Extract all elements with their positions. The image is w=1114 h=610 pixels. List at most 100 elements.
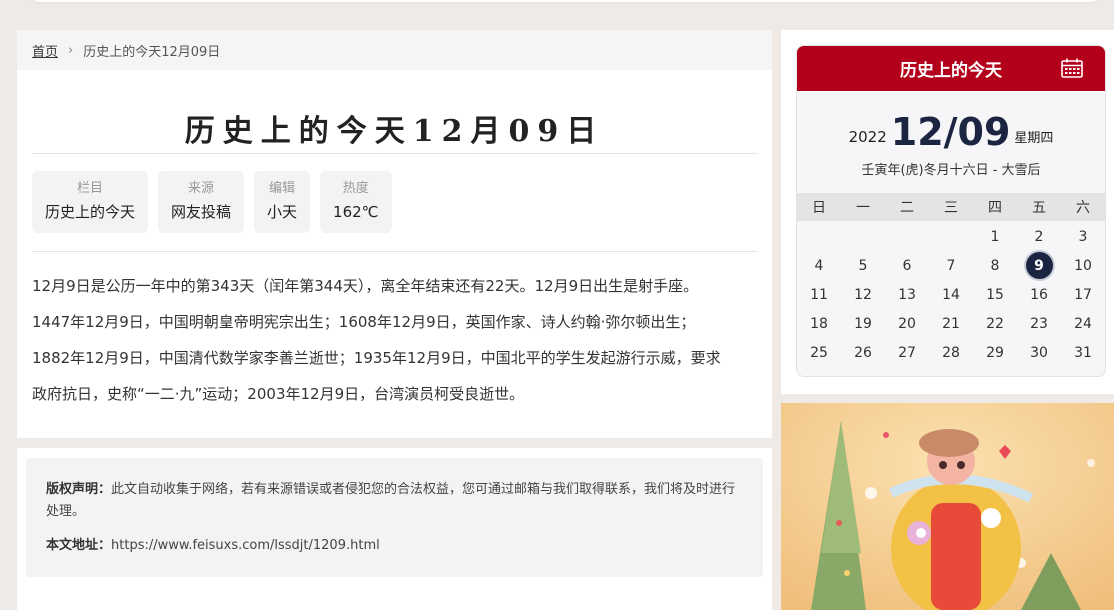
copyright-box: 版权声明：此文自动收集于网络，若有来源错误或者侵犯您的合法权益，您可通过邮箱与我… (26, 458, 763, 577)
calendar-day-label: 16 (1030, 286, 1048, 303)
calendar-day[interactable]: 7 (929, 251, 973, 280)
weekday-label: 四 (988, 200, 1002, 216)
calendar-day[interactable]: 17 (1061, 280, 1105, 309)
calendar-day[interactable]: 14 (929, 280, 973, 309)
calendar-lunar-date: 壬寅年(虎)冬月十六日 - 大雪后 (861, 163, 1041, 178)
article-url[interactable]: https://www.feisuxs.com/lssdjt/1209.html (111, 538, 380, 553)
copyright-notice: 版权声明：此文自动收集于网络，若有来源错误或者侵犯您的合法权益，您可通过邮箱与我… (46, 479, 743, 523)
calendar-day-label: 15 (986, 286, 1004, 303)
meta-source: 来源 网友投稿 (158, 171, 245, 233)
calendar-day-label: 25 (810, 344, 828, 361)
calendar-day-grid: 1 2 3 4 5 6 7 8 9 10 11 12 13 14 15 16 17 18 19 20 21 22 23 24 2… (797, 221, 1105, 367)
calendar-day-label: 28 (942, 344, 960, 361)
weekday-label: 五 (1032, 200, 1046, 216)
calendar-day[interactable]: 22 (973, 309, 1017, 338)
calendar-day-label: 27 (898, 344, 916, 361)
calendar-year: 2022 (848, 128, 887, 146)
calendar-day[interactable]: 20 (885, 309, 929, 338)
calendar-day-label: 12 (854, 286, 872, 303)
breadcrumb-separator-icon: › (68, 42, 74, 58)
calendar-icon[interactable] (1061, 58, 1083, 78)
calendar-title: 历史上的今天 (900, 61, 1002, 81)
calendar-day-label: 18 (810, 315, 828, 332)
weekday-label: 三 (944, 200, 958, 216)
meta-editor: 编辑 小天 (254, 171, 311, 233)
calendar-day-label: 26 (854, 344, 872, 361)
calendar: 历史上的今天 2022 12/09 星期四 壬寅年(虎)冬月十六日 - 大雪后 … (796, 45, 1106, 377)
calendar-day-label: 9 (1025, 252, 1053, 279)
calendar-empty-cell (841, 222, 885, 251)
calendar-day[interactable]: 24 (1061, 309, 1105, 338)
calendar-day-label: 21 (942, 315, 960, 332)
calendar-monthday: 12/09 (890, 110, 1011, 154)
calendar-header: 历史上的今天 (797, 46, 1105, 91)
calendar-day[interactable]: 12 (841, 280, 885, 309)
calendar-day[interactable]: 5 (841, 251, 885, 280)
article-url-label: 本文地址： (46, 538, 112, 553)
calendar-day-label: 4 (814, 257, 824, 274)
calendar-day-label: 22 (986, 315, 1004, 332)
top-bar (32, 0, 1098, 2)
calendar-day-label: 6 (902, 257, 912, 274)
calendar-day[interactable]: 23 (1017, 309, 1061, 338)
copyright-label: 版权声明： (46, 482, 112, 497)
calendar-day-label: 30 (1030, 344, 1048, 361)
calendar-day[interactable]: 3 (1061, 222, 1105, 251)
calendar-day[interactable]: 29 (973, 338, 1017, 367)
calendar-day[interactable]: 18 (797, 309, 841, 338)
calendar-day[interactable]: 8 (973, 251, 1017, 280)
weekday-label: 二 (900, 200, 914, 216)
article-url-line: 本文地址：https://www.feisuxs.com/lssdjt/1209… (46, 535, 743, 557)
calendar-day[interactable]: 2 (1017, 222, 1061, 251)
calendar-day[interactable]: 4 (797, 251, 841, 280)
meta-category-value[interactable]: 历史上的今天 (45, 200, 135, 224)
calendar-day[interactable]: 21 (929, 309, 973, 338)
calendar-day[interactable]: 26 (841, 338, 885, 367)
calendar-day[interactable]: 13 (885, 280, 929, 309)
breadcrumb-current: 历史上的今天12月09日 (83, 44, 221, 60)
calendar-empty-cell (885, 222, 929, 251)
calendar-day-label: 8 (990, 257, 1000, 274)
calendar-day-label: 29 (986, 344, 1004, 361)
calendar-day-label: 3 (1078, 228, 1088, 245)
calendar-day-label: 7 (946, 257, 956, 274)
promo-illustration[interactable] (781, 403, 1114, 610)
calendar-empty-cell (929, 222, 973, 251)
calendar-day[interactable]: 28 (929, 338, 973, 367)
calendar-day-label: 1 (990, 228, 1000, 245)
calendar-day-today[interactable]: 9 (1017, 251, 1061, 280)
article-line: 政府抗日，史称“一二·九”运动；2003年12月9日，台湾演员柯受良逝世。 (32, 385, 525, 403)
calendar-day-label: 23 (1030, 315, 1048, 332)
weekday-label: 六 (1076, 200, 1090, 216)
meta-heat-key: 热度 (342, 181, 369, 196)
calendar-day[interactable]: 6 (885, 251, 929, 280)
article-panel: 首页 › 历史上的今天12月09日 历史上的今天12月09日 栏目 历史上的今天… (17, 30, 772, 438)
calendar-day[interactable]: 16 (1017, 280, 1061, 309)
calendar-day[interactable]: 27 (885, 338, 929, 367)
weekday-label: 日 (812, 200, 826, 216)
calendar-weekday: 星期四 (1014, 131, 1054, 146)
calendar-day-label: 13 (898, 286, 916, 303)
meta-source-value: 网友投稿 (171, 203, 232, 221)
calendar-day[interactable]: 19 (841, 309, 885, 338)
calendar-day-label: 2 (1034, 228, 1044, 245)
breadcrumb-home-link[interactable]: 首页 (32, 41, 58, 60)
calendar-day[interactable]: 25 (797, 338, 841, 367)
calendar-day-label: 11 (810, 286, 828, 303)
promo-image (781, 403, 1114, 610)
calendar-widget: 历史上的今天 2022 12/09 星期四 壬寅年(虎)冬月十六日 - 大雪后 … (781, 30, 1114, 394)
calendar-day[interactable]: 31 (1061, 338, 1105, 367)
calendar-day[interactable]: 15 (973, 280, 1017, 309)
calendar-day-label: 24 (1074, 315, 1092, 332)
calendar-day-label: 10 (1074, 257, 1092, 274)
article-line: 1882年12月9日，中国清代数学家李善兰逝世；1935年12月9日，中国北平的… (32, 349, 721, 367)
calendar-day[interactable]: 1 (973, 222, 1017, 251)
article-meta: 栏目 历史上的今天 来源 网友投稿 编辑 小天 热度 162℃ (17, 154, 772, 251)
calendar-day[interactable]: 10 (1061, 251, 1105, 280)
calendar-day[interactable]: 30 (1017, 338, 1061, 367)
calendar-day[interactable]: 11 (797, 280, 841, 309)
calendar-date-display: 2022 12/09 星期四 壬寅年(虎)冬月十六日 - 大雪后 (797, 91, 1105, 193)
meta-source-key: 来源 (188, 181, 215, 196)
calendar-day-label: 20 (898, 315, 916, 332)
meta-heat-value: 162℃ (333, 203, 379, 221)
